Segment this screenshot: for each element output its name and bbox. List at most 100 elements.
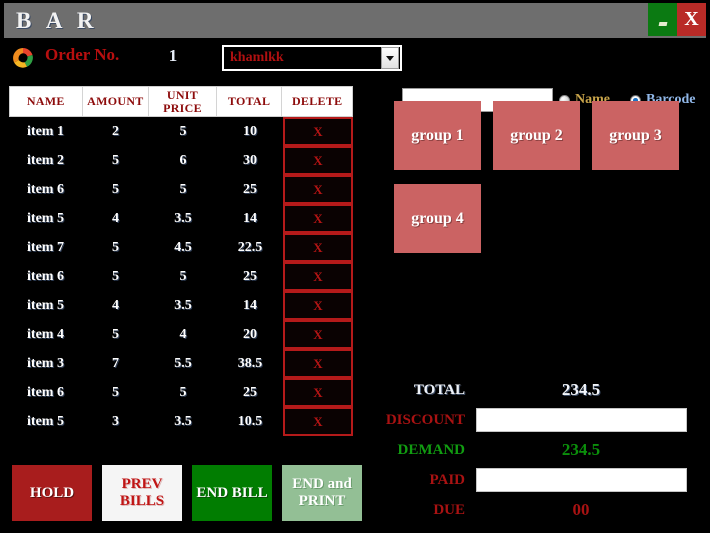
total-value: 234.5 bbox=[561, 380, 601, 399]
prev-bills-button[interactable]: PREV BILLS bbox=[102, 465, 182, 521]
table-row: item 5 4 3.5 14 X bbox=[9, 204, 353, 233]
item-name: item 5 bbox=[27, 297, 64, 313]
item-name: item 7 bbox=[27, 239, 64, 255]
delete-row-button[interactable]: X bbox=[283, 320, 353, 349]
end-and-print-button[interactable]: END and PRINT bbox=[282, 465, 362, 521]
table-row: item 6 5 5 25 X bbox=[9, 175, 353, 204]
delete-row-button[interactable]: X bbox=[283, 146, 353, 175]
item-name: item 1 bbox=[27, 123, 64, 139]
column-header-name: NAME bbox=[10, 87, 83, 116]
column-header-amount: AMOUNT bbox=[83, 87, 150, 116]
title-bar: B A R X bbox=[4, 3, 706, 38]
items-table-body: item 1 2 5 10 Xitem 2 5 6 30 Xitem 6 5 5 25 Xitem 54… bbox=[9, 117, 353, 436]
item-total: 25 bbox=[243, 384, 257, 400]
group-button[interactable]: group 4 bbox=[394, 184, 481, 253]
delete-row-button[interactable]: X bbox=[283, 378, 353, 407]
table-row: item 6 5 5 25 X bbox=[9, 262, 353, 291]
discount-input[interactable] bbox=[475, 408, 687, 432]
item-name: item 2 bbox=[27, 152, 64, 168]
items-table-header: NAME AMOUNT UNIT PRICE TOTAL DELETE bbox=[9, 86, 353, 117]
total-row: TOTAL 234.5 bbox=[370, 375, 700, 405]
item-total: 25 bbox=[243, 181, 257, 197]
table-row: item 1 2 5 10 X bbox=[9, 117, 353, 146]
item-total: 10 bbox=[243, 123, 257, 139]
item-total: 14 bbox=[243, 297, 257, 313]
item-unit-price: 3.5 bbox=[174, 210, 192, 226]
total-label: TOTAL bbox=[413, 381, 465, 398]
table-row: item 7 5 4.5 22.5 X bbox=[9, 233, 353, 262]
item-unit-price: 5 bbox=[179, 181, 187, 197]
column-header-delete: DELETE bbox=[291, 94, 343, 109]
hold-button[interactable]: HOLD bbox=[12, 465, 92, 521]
table-row: item 2 5 6 30 X bbox=[9, 146, 353, 175]
item-unit-price: 5 bbox=[179, 123, 187, 139]
table-row: item 3 7 5.5 38.5 X bbox=[9, 349, 353, 378]
discount-value-wrap bbox=[475, 408, 687, 432]
delete-row-button[interactable]: X bbox=[283, 117, 353, 146]
group-button[interactable]: group 1 bbox=[394, 101, 481, 170]
due-row: DUE 00 bbox=[370, 495, 700, 525]
totals-panel: TOTAL 234.5 DISCOUNT DEMAND 234.5 PAID D… bbox=[370, 375, 700, 525]
item-unit-price: 5.5 bbox=[174, 355, 192, 371]
item-total: 25 bbox=[243, 268, 257, 284]
delete-row-button[interactable]: X bbox=[283, 233, 353, 262]
item-name: item 4 bbox=[27, 326, 64, 342]
delete-row-button[interactable]: X bbox=[283, 291, 353, 320]
item-name: item 3 bbox=[27, 355, 64, 371]
item-total: 22.5 bbox=[237, 239, 263, 255]
chevron-down-icon[interactable] bbox=[381, 47, 399, 69]
item-amount: 4 bbox=[112, 210, 119, 226]
item-amount: 5 bbox=[112, 152, 119, 168]
item-amount: 2 bbox=[112, 123, 119, 139]
customer-dropdown[interactable]: khamlkk bbox=[222, 45, 402, 71]
item-unit-price: 5 bbox=[179, 384, 187, 400]
item-amount: 5 bbox=[112, 326, 119, 342]
table-row: item 6 5 5 25 X bbox=[9, 378, 353, 407]
item-amount: 7 bbox=[112, 355, 119, 371]
table-row: item 5 3 3.5 10.5 X bbox=[9, 407, 353, 436]
item-amount: 5 bbox=[112, 181, 119, 197]
item-total: 20 bbox=[243, 326, 257, 342]
minimize-icon bbox=[658, 22, 667, 26]
demand-label: DEMAND bbox=[397, 441, 466, 458]
item-name: item 6 bbox=[27, 268, 64, 284]
delete-row-button[interactable]: X bbox=[283, 262, 353, 291]
paid-value-wrap bbox=[475, 468, 687, 492]
table-row: item 5 4 3.5 14 X bbox=[9, 291, 353, 320]
group-button[interactable]: group 2 bbox=[493, 101, 580, 170]
order-no-value: 1 bbox=[168, 46, 178, 65]
item-unit-price: 5 bbox=[179, 268, 187, 284]
item-name: item 5 bbox=[27, 413, 64, 429]
toolbar: Order No. 1 khamlkk Name Barcode bbox=[0, 42, 710, 112]
paid-label: PAID bbox=[429, 471, 465, 488]
delete-row-button[interactable]: X bbox=[283, 175, 353, 204]
delete-row-button[interactable]: X bbox=[283, 349, 353, 378]
window-controls: X bbox=[648, 3, 706, 38]
close-button[interactable]: X bbox=[677, 3, 706, 36]
due-value: 00 bbox=[572, 500, 590, 519]
item-unit-price: 4 bbox=[179, 326, 187, 342]
item-unit-price: 3.5 bbox=[174, 413, 192, 429]
item-amount: 5 bbox=[112, 384, 119, 400]
item-total: 14 bbox=[243, 210, 257, 226]
item-amount: 3 bbox=[112, 413, 119, 429]
paid-input[interactable] bbox=[475, 468, 687, 492]
app-window: B A R X Order No. 1 khamlkk Name Barcode… bbox=[0, 0, 710, 533]
discount-row: DISCOUNT bbox=[370, 405, 700, 435]
column-header-unit-price: UNIT PRICE bbox=[149, 87, 217, 116]
delete-row-button[interactable]: X bbox=[283, 204, 353, 233]
end-bill-button[interactable]: END BILL bbox=[192, 465, 272, 521]
items-table: NAME AMOUNT UNIT PRICE TOTAL DELETE item… bbox=[9, 86, 353, 436]
order-no-label: Order No. bbox=[45, 45, 120, 64]
due-label: DUE bbox=[433, 501, 465, 518]
window-title: B A R bbox=[16, 7, 99, 33]
demand-row: DEMAND 234.5 bbox=[370, 435, 700, 465]
item-total: 30 bbox=[243, 152, 257, 168]
discount-label: DISCOUNT bbox=[385, 411, 465, 428]
item-total: 10.5 bbox=[237, 413, 263, 429]
minimize-button[interactable] bbox=[648, 3, 677, 36]
item-unit-price: 6 bbox=[179, 152, 187, 168]
item-amount: 5 bbox=[112, 239, 119, 255]
group-button[interactable]: group 3 bbox=[592, 101, 679, 170]
delete-row-button[interactable]: X bbox=[283, 407, 353, 436]
